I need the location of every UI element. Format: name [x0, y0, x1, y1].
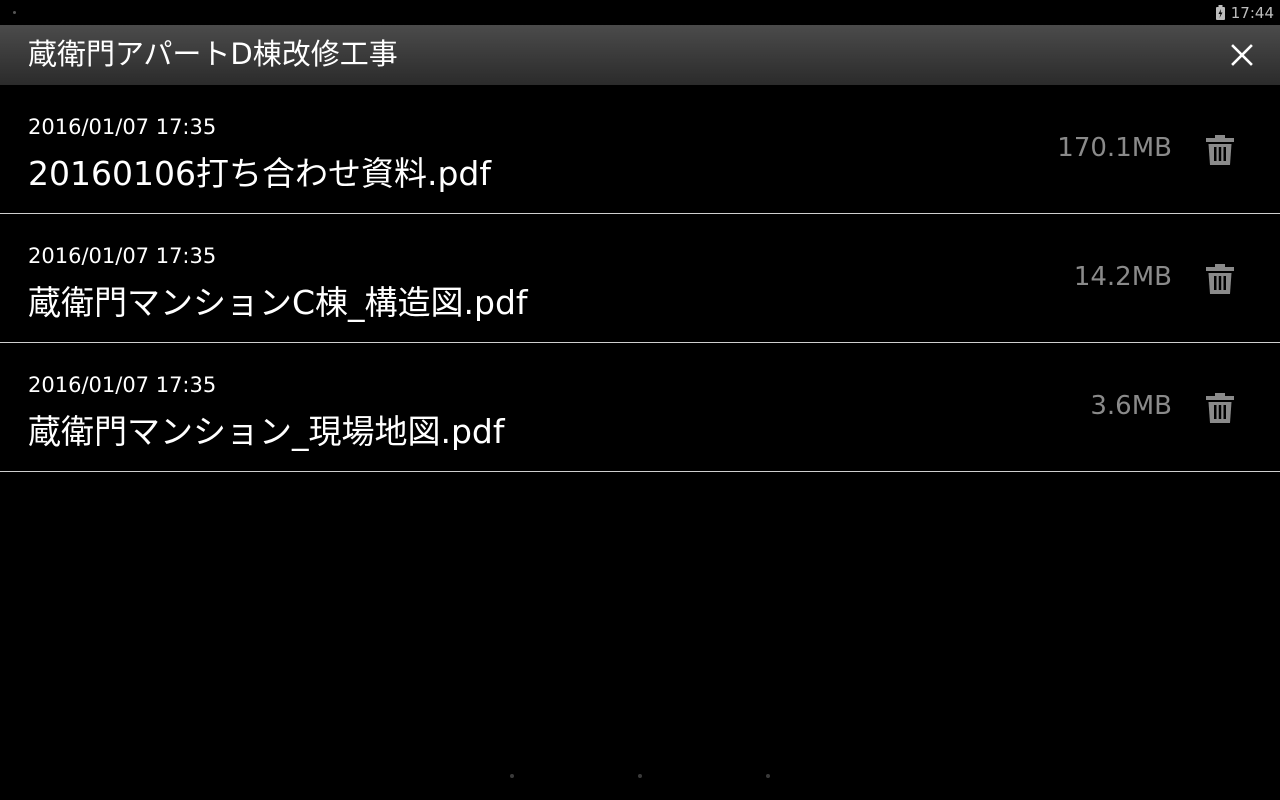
nav-dot — [510, 774, 514, 778]
file-date: 2016/01/07 17:35 — [28, 373, 217, 397]
file-row[interactable]: 2016/01/07 17:35 20160106打ち合わせ資料.pdf 170… — [0, 85, 1280, 214]
file-row[interactable]: 2016/01/07 17:35 蔵衛門マンションC棟_構造図.pdf 14.2… — [0, 214, 1280, 343]
file-row[interactable]: 2016/01/07 17:35 蔵衛門マンション_現場地図.pdf 3.6MB — [0, 343, 1280, 472]
file-name: 20160106打ち合わせ資料.pdf — [28, 154, 491, 193]
title-bar: 蔵衛門アパートD棟改修工事 — [0, 25, 1280, 85]
page-title: 蔵衛門アパートD棟改修工事 — [28, 37, 398, 71]
status-bar: 17:44 — [0, 0, 1280, 25]
trash-icon — [1206, 393, 1234, 423]
battery-charging-icon — [1215, 5, 1225, 20]
file-name: 蔵衛門マンション_現場地図.pdf — [28, 412, 505, 451]
file-size: 14.2MB — [1073, 262, 1172, 292]
close-icon — [1231, 44, 1253, 66]
delete-button[interactable] — [1204, 133, 1236, 167]
delete-button[interactable] — [1204, 391, 1236, 425]
file-list: 2016/01/07 17:35 20160106打ち合わせ資料.pdf 170… — [0, 85, 1280, 472]
file-size: 170.1MB — [1057, 133, 1172, 163]
nav-dot — [638, 774, 642, 778]
trash-icon — [1206, 135, 1234, 165]
status-time: 17:44 — [1230, 3, 1274, 22]
nav-dot — [766, 774, 770, 778]
close-button[interactable] — [1226, 39, 1258, 71]
trash-icon — [1206, 264, 1234, 294]
notification-dot — [13, 11, 16, 14]
file-size: 3.6MB — [1090, 391, 1172, 421]
file-name: 蔵衛門マンションC棟_構造図.pdf — [28, 283, 528, 322]
file-date: 2016/01/07 17:35 — [28, 244, 217, 268]
delete-button[interactable] — [1204, 262, 1236, 296]
status-tray: 17:44 — [1215, 2, 1274, 23]
file-date: 2016/01/07 17:35 — [28, 115, 217, 139]
